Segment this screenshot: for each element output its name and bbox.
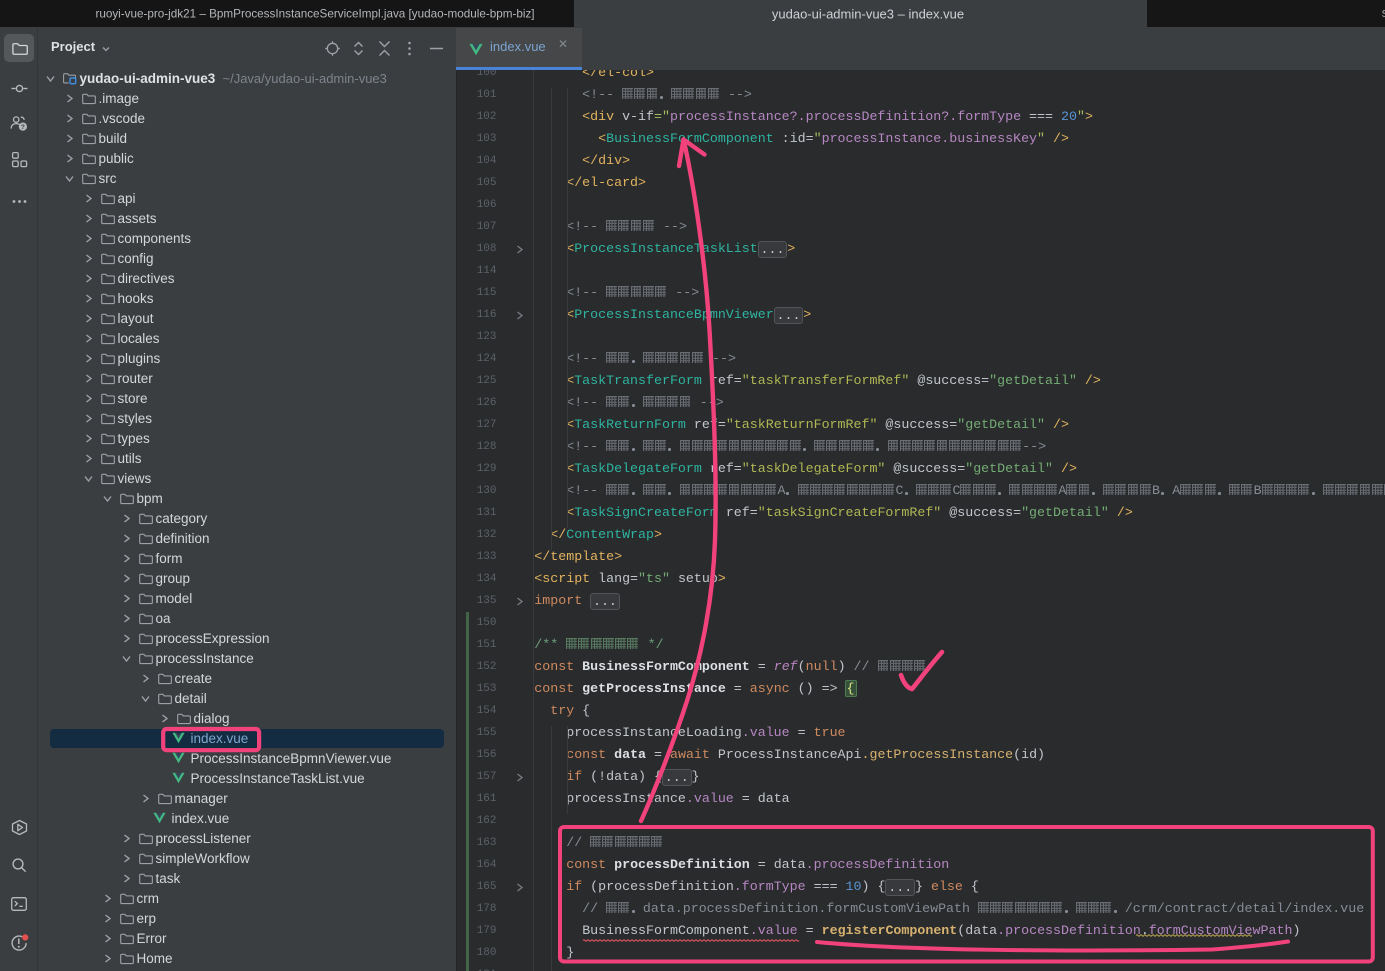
svg-text:?: ? [21,124,25,131]
